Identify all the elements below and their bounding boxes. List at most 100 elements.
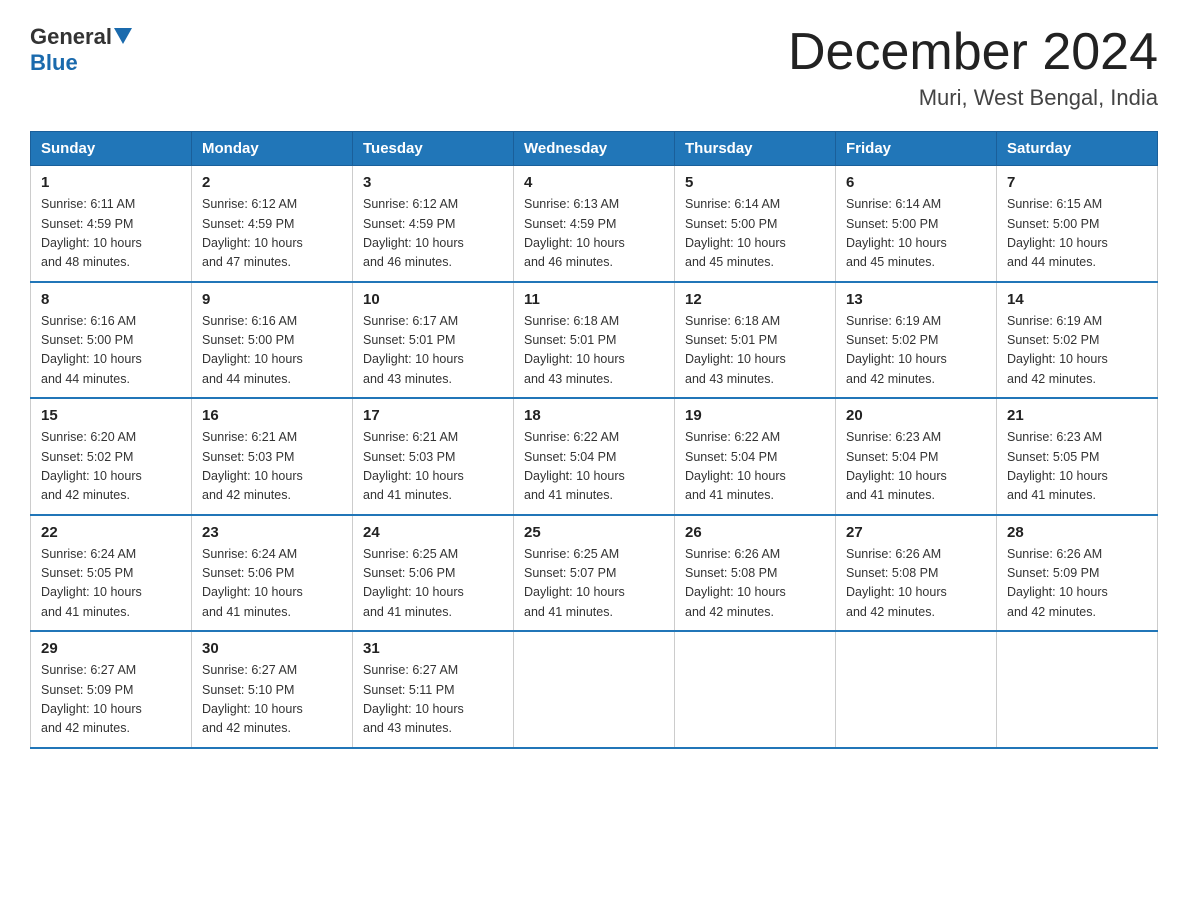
day-number: 19: [685, 407, 825, 424]
day-info: Sunrise: 6:18 AMSunset: 5:01 PMDaylight:…: [685, 312, 825, 390]
calendar-cell: [675, 631, 836, 748]
calendar-cell: 18Sunrise: 6:22 AMSunset: 5:04 PMDayligh…: [514, 398, 675, 515]
day-number: 8: [41, 291, 181, 308]
calendar-cell: [514, 631, 675, 748]
calendar-cell: 14 Sunrise: 6:19 AMSunset: 5:02 PMDayligh…: [997, 282, 1158, 399]
calendar-cell: [836, 631, 997, 748]
calendar-cell: 3Sunrise: 6:12 AMSunset: 4:59 PMDaylight…: [353, 166, 514, 282]
day-info: Sunrise: 6:27 AMSunset: 5:09 PMDaylight:…: [41, 661, 181, 739]
day-number: 16: [202, 407, 342, 424]
day-number: 2: [202, 174, 342, 191]
calendar-cell: 28Sunrise: 6:26 AMSunset: 5:09 PMDayligh…: [997, 515, 1158, 632]
calendar-cell: 25Sunrise: 6:25 AMSunset: 5:07 PMDayligh…: [514, 515, 675, 632]
day-info: Sunrise: 6:13 AMSunset: 4:59 PMDaylight:…: [524, 195, 664, 273]
day-info: Sunrise: 6:26 AMSunset: 5:08 PMDaylight:…: [846, 545, 986, 623]
calendar-week-row: 29 Sunrise: 6:27 AMSunset: 5:09 PMDayligh…: [31, 631, 1158, 748]
day-info: Sunrise: 6:23 AMSunset: 5:05 PMDaylight:…: [1007, 428, 1147, 506]
day-info: Sunrise: 6:15 AMSunset: 5:00 PMDaylight:…: [1007, 195, 1147, 273]
day-info: Sunrise: 6:21 AMSunset: 5:03 PMDaylight:…: [202, 428, 342, 506]
calendar-cell: 29 Sunrise: 6:27 AMSunset: 5:09 PMDayligh…: [31, 631, 192, 748]
calendar-cell: 19Sunrise: 6:22 AMSunset: 5:04 PMDayligh…: [675, 398, 836, 515]
calendar-cell: [997, 631, 1158, 748]
day-number: 7: [1007, 174, 1147, 191]
day-info: Sunrise: 6:14 AMSunset: 5:00 PMDaylight:…: [685, 195, 825, 273]
day-info: Sunrise: 6:24 AMSunset: 5:06 PMDaylight:…: [202, 545, 342, 623]
day-info: Sunrise: 6:18 AMSunset: 5:01 PMDaylight:…: [524, 312, 664, 390]
day-number: 15: [41, 407, 181, 424]
day-number: 17: [363, 407, 503, 424]
logo-blue-text: Blue: [30, 50, 132, 76]
day-number: 5: [685, 174, 825, 191]
location-title: Muri, West Bengal, India: [788, 85, 1158, 111]
calendar-cell: 23Sunrise: 6:24 AMSunset: 5:06 PMDayligh…: [192, 515, 353, 632]
day-info: Sunrise: 6:19 AMSunset: 5:02 PMDaylight:…: [846, 312, 986, 390]
calendar-cell: 5 Sunrise: 6:14 AMSunset: 5:00 PMDaylight…: [675, 166, 836, 282]
title-area: December 2024 Muri, West Bengal, India: [788, 24, 1158, 111]
day-number: 9: [202, 291, 342, 308]
calendar-table: SundayMondayTuesdayWednesdayThursdayFrid…: [30, 131, 1158, 749]
calendar-cell: 12 Sunrise: 6:18 AMSunset: 5:01 PMDayligh…: [675, 282, 836, 399]
day-number: 20: [846, 407, 986, 424]
header-sunday: Sunday: [31, 132, 192, 166]
day-info: Sunrise: 6:16 AMSunset: 5:00 PMDaylight:…: [202, 312, 342, 390]
calendar-cell: 10 Sunrise: 6:17 AMSunset: 5:01 PMDayligh…: [353, 282, 514, 399]
day-number: 18: [524, 407, 664, 424]
day-number: 11: [524, 291, 664, 308]
calendar-cell: 8 Sunrise: 6:16 AMSunset: 5:00 PMDaylight…: [31, 282, 192, 399]
day-number: 1: [41, 174, 181, 191]
day-info: Sunrise: 6:17 AMSunset: 5:01 PMDaylight:…: [363, 312, 503, 390]
day-info: Sunrise: 6:25 AMSunset: 5:06 PMDaylight:…: [363, 545, 503, 623]
calendar-cell: 7 Sunrise: 6:15 AMSunset: 5:00 PMDaylight…: [997, 166, 1158, 282]
day-info: Sunrise: 6:14 AMSunset: 5:00 PMDaylight:…: [846, 195, 986, 273]
day-info: Sunrise: 6:27 AMSunset: 5:10 PMDaylight:…: [202, 661, 342, 739]
day-info: Sunrise: 6:26 AMSunset: 5:08 PMDaylight:…: [685, 545, 825, 623]
day-number: 4: [524, 174, 664, 191]
day-number: 30: [202, 640, 342, 657]
header-thursday: Thursday: [675, 132, 836, 166]
day-number: 21: [1007, 407, 1147, 424]
day-number: 12: [685, 291, 825, 308]
day-number: 10: [363, 291, 503, 308]
day-number: 25: [524, 524, 664, 541]
day-number: 29: [41, 640, 181, 657]
header-saturday: Saturday: [997, 132, 1158, 166]
calendar-week-row: 15 Sunrise: 6:20 AMSunset: 5:02 PMDayligh…: [31, 398, 1158, 515]
day-info: Sunrise: 6:16 AMSunset: 5:00 PMDaylight:…: [41, 312, 181, 390]
calendar-cell: 2 Sunrise: 6:12 AMSunset: 4:59 PMDaylight…: [192, 166, 353, 282]
header-monday: Monday: [192, 132, 353, 166]
calendar-cell: 6 Sunrise: 6:14 AMSunset: 5:00 PMDaylight…: [836, 166, 997, 282]
day-info: Sunrise: 6:23 AMSunset: 5:04 PMDaylight:…: [846, 428, 986, 506]
day-number: 31: [363, 640, 503, 657]
calendar-cell: 9 Sunrise: 6:16 AMSunset: 5:00 PMDaylight…: [192, 282, 353, 399]
day-info: Sunrise: 6:20 AMSunset: 5:02 PMDaylight:…: [41, 428, 181, 506]
header-friday: Friday: [836, 132, 997, 166]
calendar-cell: 20 Sunrise: 6:23 AMSunset: 5:04 PMDayligh…: [836, 398, 997, 515]
calendar-cell: 13 Sunrise: 6:19 AMSunset: 5:02 PMDayligh…: [836, 282, 997, 399]
calendar-cell: 30 Sunrise: 6:27 AMSunset: 5:10 PMDayligh…: [192, 631, 353, 748]
calendar-cell: 16 Sunrise: 6:21 AMSunset: 5:03 PMDayligh…: [192, 398, 353, 515]
day-number: 28: [1007, 524, 1147, 541]
day-info: Sunrise: 6:12 AMSunset: 4:59 PMDaylight:…: [202, 195, 342, 273]
page-header: General Blue December 2024 Muri, West Be…: [30, 24, 1158, 111]
day-info: Sunrise: 6:19 AMSunset: 5:02 PMDaylight:…: [1007, 312, 1147, 390]
day-info: Sunrise: 6:24 AMSunset: 5:05 PMDaylight:…: [41, 545, 181, 623]
calendar-cell: 17 Sunrise: 6:21 AMSunset: 5:03 PMDayligh…: [353, 398, 514, 515]
day-number: 22: [41, 524, 181, 541]
calendar-cell: 24Sunrise: 6:25 AMSunset: 5:06 PMDayligh…: [353, 515, 514, 632]
calendar-cell: 31Sunrise: 6:27 AMSunset: 5:11 PMDayligh…: [353, 631, 514, 748]
calendar-cell: 1 Sunrise: 6:11 AMSunset: 4:59 PMDaylight…: [31, 166, 192, 282]
calendar-cell: 22 Sunrise: 6:24 AMSunset: 5:05 PMDayligh…: [31, 515, 192, 632]
day-number: 13: [846, 291, 986, 308]
day-number: 14: [1007, 291, 1147, 308]
day-info: Sunrise: 6:11 AMSunset: 4:59 PMDaylight:…: [41, 195, 181, 273]
day-number: 6: [846, 174, 986, 191]
calendar-cell: 26 Sunrise: 6:26 AMSunset: 5:08 PMDayligh…: [675, 515, 836, 632]
calendar-header-row: SundayMondayTuesdayWednesdayThursdayFrid…: [31, 132, 1158, 166]
calendar-week-row: 8 Sunrise: 6:16 AMSunset: 5:00 PMDaylight…: [31, 282, 1158, 399]
day-number: 3: [363, 174, 503, 191]
header-wednesday: Wednesday: [514, 132, 675, 166]
calendar-cell: 15 Sunrise: 6:20 AMSunset: 5:02 PMDayligh…: [31, 398, 192, 515]
day-number: 26: [685, 524, 825, 541]
day-info: Sunrise: 6:21 AMSunset: 5:03 PMDaylight:…: [363, 428, 503, 506]
day-number: 27: [846, 524, 986, 541]
